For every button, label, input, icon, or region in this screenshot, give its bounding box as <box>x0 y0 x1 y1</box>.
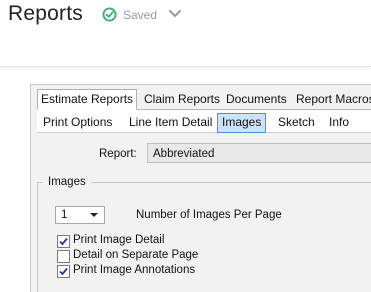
images-per-page-label: Number of Images Per Page <box>136 209 282 221</box>
report-settings-panel: Estimate Reports Claim Reports Documents… <box>30 84 371 292</box>
print-image-detail-label: Print Image Detail <box>73 234 165 246</box>
secondary-tab-bar: Print Options Line Item Detail Images Sk… <box>37 110 371 133</box>
report-label: Report: <box>99 148 137 160</box>
images-per-page-value: 1 <box>61 209 68 221</box>
check-circle-icon <box>102 7 117 22</box>
tab-print-options[interactable]: Print Options <box>39 113 116 131</box>
print-image-detail-checkbox[interactable] <box>57 235 70 248</box>
print-image-annotations-label: Print Image Annotations <box>73 264 196 276</box>
tab-images[interactable]: Images <box>217 113 267 133</box>
print-image-annotations-checkbox[interactable] <box>57 265 70 278</box>
tab-documents[interactable]: Documents <box>223 90 290 108</box>
tab-estimate-reports[interactable]: Estimate Reports <box>37 89 138 110</box>
chevron-down-icon[interactable] <box>168 9 182 19</box>
dropdown-arrow-icon <box>90 213 98 217</box>
tab-report-macros[interactable]: Report Macros <box>293 90 371 108</box>
checkmark-icon <box>59 267 68 276</box>
primary-tab-bar: Estimate Reports Claim Reports Documents… <box>37 89 371 110</box>
tab-sketch[interactable]: Sketch <box>274 113 319 131</box>
checkmark-icon <box>59 237 68 246</box>
tab-claim-reports[interactable]: Claim Reports <box>141 90 223 108</box>
report-select[interactable]: Abbreviated <box>147 143 371 163</box>
images-per-page-select[interactable]: 1 <box>55 206 105 224</box>
tab-line-item-detail[interactable]: Line Item Detail <box>125 113 216 131</box>
detail-on-separate-page-checkbox[interactable] <box>57 250 70 263</box>
group-border <box>91 182 371 183</box>
tab-info[interactable]: Info <box>325 113 353 131</box>
app-header: Reports Saved <box>0 0 371 67</box>
images-group-title: Images <box>48 176 86 188</box>
saved-status: Saved <box>123 8 158 22</box>
detail-on-separate-page-label: Detail on Separate Page <box>73 249 199 261</box>
page-title: Reports <box>8 2 83 25</box>
group-border <box>37 183 38 292</box>
